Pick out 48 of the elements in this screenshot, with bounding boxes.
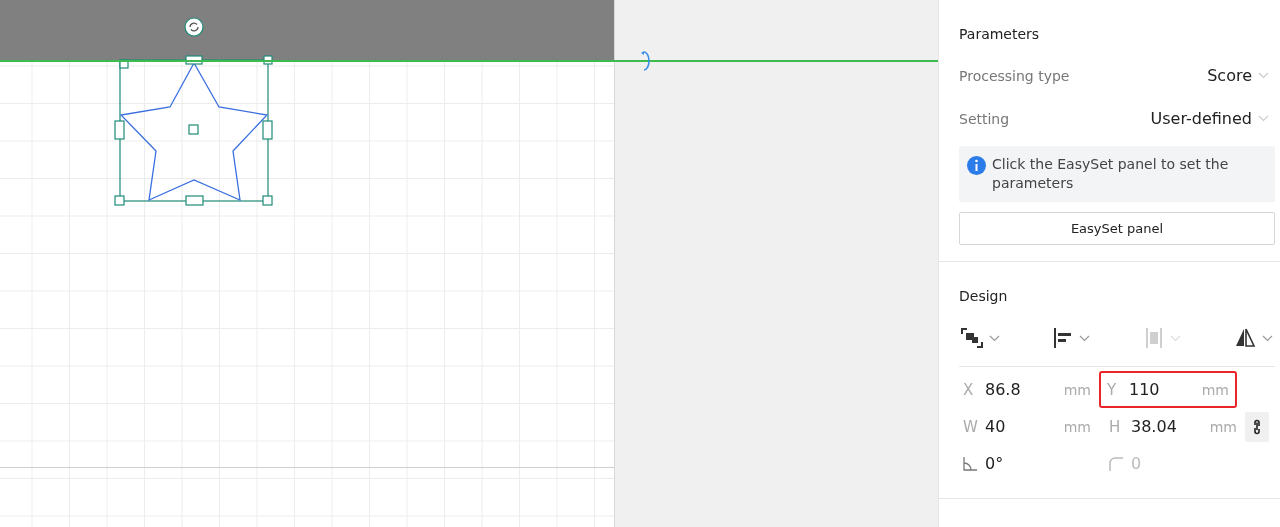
field-value: 0° [985, 454, 1005, 473]
measure-field[interactable]: X 86.8 mm [959, 371, 1099, 408]
unit-label: mm [1209, 418, 1237, 435]
field-label: Y [1107, 380, 1118, 399]
field-value: 38.04 [1131, 417, 1178, 436]
setting-label: Setting [959, 110, 1010, 127]
dropdown[interactable]: User-defined [1150, 109, 1275, 128]
chevron-icon [1169, 334, 1181, 342]
link-icon [1252, 418, 1262, 435]
tool-dropdown[interactable] [961, 328, 1000, 348]
field-value: 40 [985, 417, 1007, 436]
field-value: 110 [1129, 380, 1161, 399]
chevron-icon [1258, 72, 1269, 79]
easyset-button[interactable]: EasySet panel [959, 212, 1275, 245]
unit-label: mm [1063, 381, 1091, 398]
info-text: Click the EasySet panel to set the parameters [992, 155, 1230, 193]
arrange-icon [961, 328, 983, 348]
corner-radius-icon [1109, 456, 1123, 471]
chevron-icon [1258, 115, 1269, 122]
distribute-icon [1143, 328, 1164, 348]
measure-field[interactable]: Y 110 mm [1099, 371, 1237, 408]
lock-ratio-button[interactable] [1245, 411, 1269, 442]
field-label: W [963, 417, 979, 436]
measure-field[interactable]: W 40 mm [959, 408, 1099, 445]
flip-icon [1234, 328, 1256, 348]
info-icon [967, 156, 986, 175]
measure-field[interactable]: H 38.04 mm [1105, 408, 1245, 445]
selected-star-drawing[interactable] [114, 54, 274, 208]
chevron-icon [1079, 334, 1091, 342]
field-label: X [963, 380, 975, 399]
field-label: H [1109, 417, 1122, 436]
angle-field[interactable]: 0° [959, 445, 1099, 482]
chevron-icon [1262, 334, 1273, 342]
setting-label: Processing type [959, 67, 1070, 84]
field-value: 86.8 [985, 380, 1022, 399]
tool-dropdown[interactable] [1234, 328, 1273, 348]
field-value: 0 [1131, 454, 1143, 473]
unit-label: mm [1201, 381, 1229, 398]
chevron-icon [989, 334, 1000, 342]
design-canvas[interactable] [0, 0, 615, 527]
rotate-handle-icon[interactable] [184, 17, 204, 37]
align-left-icon [1053, 328, 1074, 348]
tool-dropdown[interactable] [1053, 328, 1091, 348]
dropdown[interactable]: Score [1207, 66, 1275, 85]
section-title: Design [959, 288, 1009, 304]
unit-label: mm [1063, 418, 1091, 435]
section-title: Parameters [959, 26, 1041, 42]
angle-icon [963, 456, 977, 471]
